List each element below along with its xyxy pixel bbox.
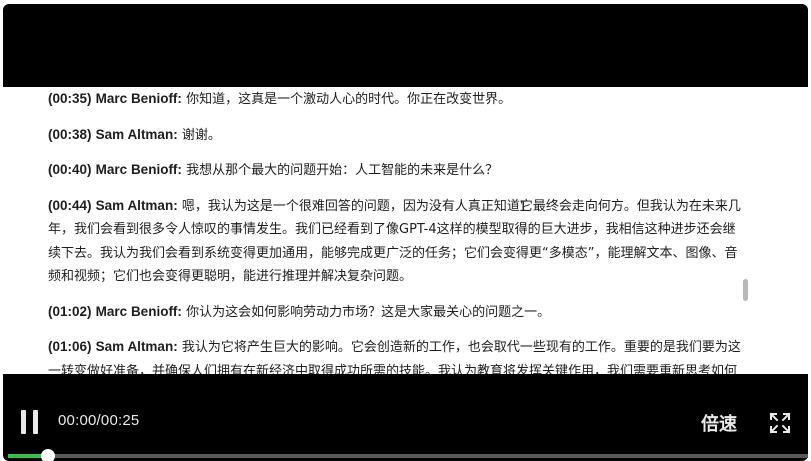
transcript-speaker: (00:44) (48, 197, 92, 213)
transcript-speaker-name: Sam Altman: (95, 197, 178, 213)
transcript-speaker: (00:35) (48, 91, 92, 106)
fullscreen-button[interactable] (768, 411, 792, 435)
transcript-speaker-name: Marc Benioff: (95, 303, 182, 319)
transcript-speaker: (01:06) (48, 339, 92, 354)
transcript-text: 谢谢。 (181, 127, 221, 143)
transcript-speaker-name: Sam Altman: (95, 339, 178, 354)
progress-handle[interactable] (41, 449, 55, 461)
transcript-speaker: (00:38) (48, 126, 92, 142)
fullscreen-icon (769, 412, 791, 434)
transcript-speaker: (00:40) (48, 162, 92, 177)
playback-speed-button[interactable]: 倍速 (701, 410, 737, 436)
transcript-entry: (00:38) Sam Altman: 谢谢。 (48, 123, 748, 148)
pause-button[interactable] (19, 410, 41, 434)
transcript-entry: (00:35) Marc Benioff: 你知道，这真是一个激动人心的时代。你… (48, 87, 748, 112)
transcript-speaker-name: Marc Benioff: (95, 162, 182, 177)
transcript-panel[interactable]: (00:35) Marc Benioff: 你知道，这真是一个激动人心的时代。你… (48, 87, 748, 377)
time-display: 00:00/00:25 (58, 412, 140, 429)
transcript-entry: (00:44) Sam Altman: 嗯，我认为这是一个很难回答的问题，因为没… (48, 194, 748, 289)
transcript-entry: (01:02) Marc Benioff: 你认为这会如何影响劳动力市场？这是大… (48, 300, 748, 325)
transcript-text: 你认为这会如何影响劳动力市场？这是大家最关心的问题之一。 (186, 304, 551, 320)
player-controls: 00:00/00:25 倍速 (3, 374, 808, 461)
transcript-speaker-name: Sam Altman: (95, 126, 178, 142)
transcript-entry: (00:40) Marc Benioff: 我想从那个最大的问题开始：人工智能的… (48, 158, 748, 183)
transcript-speaker-name: Marc Benioff: (95, 91, 182, 106)
progress-bar[interactable] (8, 449, 808, 461)
video-top-area (3, 4, 808, 87)
transcript-text: 我想从那个最大的问题开始：人工智能的未来是什么？ (186, 163, 499, 178)
transcript-speaker: (01:02) (48, 303, 92, 319)
text-cursor-icon: I (519, 199, 528, 215)
transcript-scrollbar[interactable] (743, 279, 748, 301)
video-player-frame: (00:35) Marc Benioff: 你知道，这真是一个激动人心的时代。你… (0, 0, 811, 461)
transcript-text: 你知道，这真是一个激动人心的时代。你正在改变世界。 (186, 92, 512, 107)
transcript-entry: (01:06) Sam Altman: 我认为它将产生巨大的影响。它会创造新的工… (48, 335, 748, 377)
